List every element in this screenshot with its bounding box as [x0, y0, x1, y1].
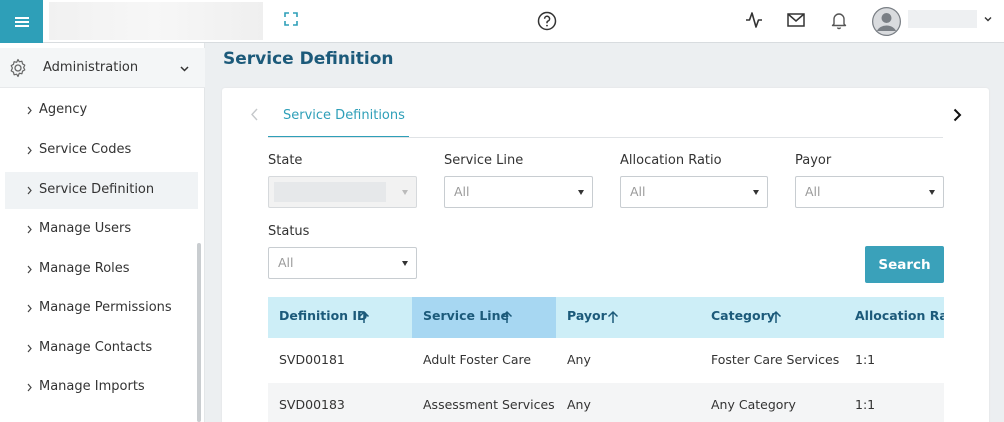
cell-service-line: Adult Foster Care — [423, 352, 532, 367]
chevron-right-icon[interactable] — [952, 108, 962, 122]
page-title: Service Definition — [223, 49, 394, 69]
gear-icon — [10, 58, 26, 78]
cell-payor: Any — [567, 352, 591, 367]
sort-arrow-up-icon — [770, 310, 782, 323]
status-label: Status — [268, 224, 310, 239]
cell-definition-id: SVD00181 — [279, 352, 345, 367]
sidebar-scrollbar[interactable] — [197, 243, 201, 422]
chevron-right-icon — [27, 225, 32, 234]
allocation-ratio-select[interactable]: All — [620, 176, 768, 208]
column-header-label: Category — [711, 308, 775, 323]
caret-down-icon — [578, 190, 584, 195]
tabs-divider — [268, 137, 943, 138]
state-label: State — [268, 153, 303, 168]
caret-down-icon — [402, 190, 408, 195]
chevron-right-icon — [27, 304, 32, 313]
chevron-down-icon — [180, 66, 189, 72]
payor-label: Payor — [795, 153, 832, 168]
sidebar-item-manage-contacts[interactable]: Manage Contacts — [5, 330, 198, 367]
state-value — [274, 182, 386, 202]
cell-category: Foster Care Services — [711, 352, 840, 367]
tab-service-definitions[interactable]: Service Definitions — [268, 100, 409, 138]
table-row[interactable]: SVD00183 Assessment Services Any Any Cat… — [268, 383, 944, 422]
bell-icon[interactable] — [830, 10, 848, 30]
sidebar: Administration Agency Service Codes Serv… — [0, 43, 205, 422]
column-header-definition-id[interactable]: Definition ID — [268, 297, 412, 338]
sidebar-section-administration[interactable]: Administration — [0, 48, 205, 88]
sidebar-item-label: Manage Users — [39, 221, 132, 236]
sidebar-item-label: Service Codes — [39, 142, 132, 157]
sidebar-item-label: Service Definition — [39, 182, 155, 197]
sidebar-section-label: Administration — [43, 60, 139, 75]
column-header-label: Definition ID — [279, 308, 368, 323]
cell-service-line: Assessment Services — [423, 397, 555, 412]
payor-value: All — [805, 184, 821, 199]
service-line-value: All — [454, 184, 470, 199]
mail-icon[interactable] — [787, 12, 805, 28]
chevron-down-icon[interactable] — [983, 14, 993, 24]
tab-label: Service Definitions — [283, 108, 405, 123]
hamburger-menu-icon — [14, 16, 29, 27]
cell-allocation-ratio: 1:1 — [855, 397, 876, 412]
status-select[interactable]: All — [268, 247, 417, 279]
payor-select[interactable]: All — [795, 176, 944, 208]
sidebar-item-manage-permissions[interactable]: Manage Permissions — [5, 290, 198, 327]
cell-definition-id: SVD00183 — [279, 397, 345, 412]
column-header-service-line[interactable]: Service Line — [412, 297, 556, 338]
service-line-label: Service Line — [444, 153, 524, 168]
cell-category: Any Category — [711, 397, 796, 412]
expand-icon[interactable] — [283, 11, 299, 27]
chevron-right-icon — [27, 344, 32, 353]
sort-arrow-up-icon — [358, 310, 370, 323]
caret-down-icon — [929, 190, 935, 195]
sidebar-item-service-definition[interactable]: Service Definition — [5, 172, 198, 209]
cell-payor: Any — [567, 397, 591, 412]
table-header: Definition ID Service Line Payor Categor… — [268, 297, 944, 338]
sort-arrow-up-icon — [501, 310, 513, 323]
user-avatar-icon — [872, 7, 901, 36]
chevron-right-icon — [27, 186, 32, 195]
help-circle-icon[interactable] — [537, 11, 557, 31]
state-select — [268, 176, 417, 208]
hamburger-menu-button[interactable] — [0, 0, 43, 43]
user-name[interactable] — [908, 10, 977, 28]
sidebar-item-agency[interactable]: Agency — [5, 92, 198, 129]
top-bar — [0, 0, 1004, 43]
sort-arrow-up-icon — [607, 310, 619, 323]
allocation-ratio-value: All — [630, 184, 646, 199]
column-header-category[interactable]: Category — [700, 297, 844, 338]
column-header-label: Allocation Ratio — [855, 308, 944, 323]
cell-allocation-ratio: 1:1 — [855, 352, 876, 367]
sidebar-item-manage-roles[interactable]: Manage Roles — [5, 251, 198, 288]
column-header-label: Service Line — [423, 308, 509, 323]
column-header-allocation-ratio[interactable]: Allocation Ratio — [844, 297, 944, 338]
allocation-ratio-label: Allocation Ratio — [620, 153, 722, 168]
table-row[interactable]: SVD00181 Adult Foster Care Any Foster Ca… — [268, 338, 944, 383]
sidebar-item-manage-users[interactable]: Manage Users — [5, 211, 198, 248]
app-logo — [49, 2, 263, 40]
chevron-right-icon — [27, 265, 32, 274]
chevron-right-icon — [27, 106, 32, 115]
avatar[interactable] — [872, 7, 901, 36]
caret-down-icon — [402, 261, 408, 266]
sidebar-item-label: Manage Roles — [39, 261, 130, 276]
activity-pulse-icon[interactable] — [745, 11, 763, 29]
search-button[interactable]: Search — [865, 246, 944, 283]
chevron-right-icon — [27, 146, 32, 155]
status-value: All — [278, 255, 294, 270]
sidebar-item-label: Agency — [39, 102, 88, 117]
chevron-left-icon[interactable] — [250, 108, 259, 121]
sidebar-item-label: Manage Imports — [39, 379, 145, 394]
sidebar-item-manage-imports[interactable]: Manage Imports — [5, 369, 198, 406]
column-header-payor[interactable]: Payor — [556, 297, 700, 338]
sidebar-item-label: Manage Contacts — [39, 340, 153, 355]
column-header-label: Payor — [567, 308, 607, 323]
chevron-right-icon — [27, 383, 32, 392]
service-line-select[interactable]: All — [444, 176, 593, 208]
caret-down-icon — [753, 190, 759, 195]
sidebar-item-label: Manage Permissions — [39, 300, 172, 315]
sidebar-item-service-codes[interactable]: Service Codes — [5, 132, 198, 169]
